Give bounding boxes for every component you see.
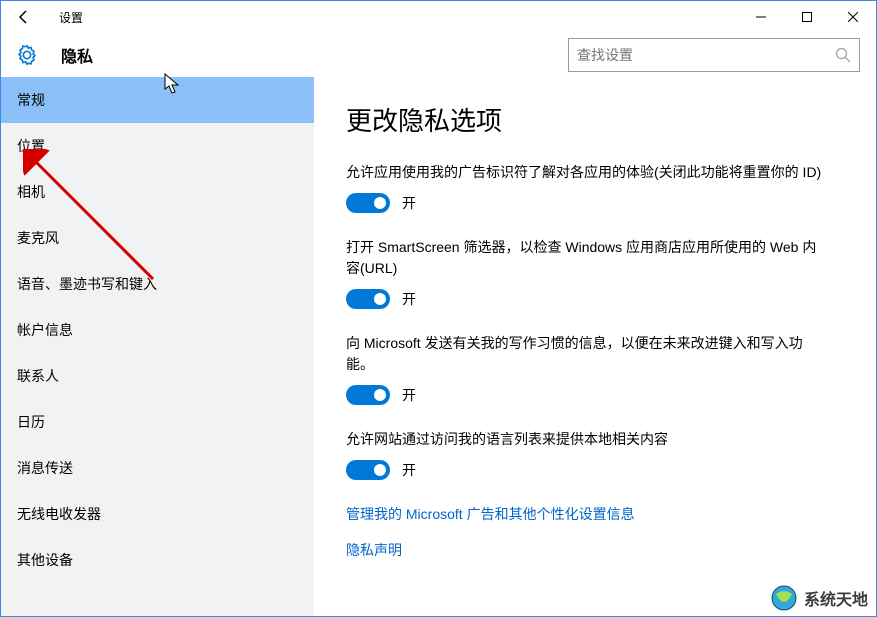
toggle-smartscreen[interactable]	[346, 289, 390, 309]
globe-icon	[770, 584, 798, 612]
toggle-language-list[interactable]	[346, 460, 390, 480]
sidebar-item-location[interactable]: 位置	[1, 123, 314, 169]
setting-smartscreen: 打开 SmartScreen 筛选器，以检查 Windows 应用商店应用所使用…	[346, 237, 844, 309]
search-input[interactable]	[577, 47, 835, 63]
sidebar-item-label: 常规	[17, 90, 45, 110]
setting-description: 向 Microsoft 发送有关我的写作习惯的信息，以便在未来改进键入和写入功能…	[346, 333, 826, 375]
sidebar-item-radios[interactable]: 无线电收发器	[1, 491, 314, 537]
toggle-typing-info[interactable]	[346, 385, 390, 405]
sidebar-item-microphone[interactable]: 麦克风	[1, 215, 314, 261]
sidebar-item-speech-inking[interactable]: 语音、墨迹书写和键入	[1, 261, 314, 307]
title-bar: 设置	[1, 1, 876, 33]
search-icon	[835, 47, 851, 63]
sidebar-item-label: 语音、墨迹书写和键入	[17, 274, 157, 294]
back-button[interactable]	[1, 1, 47, 33]
sidebar-item-label: 帐户信息	[17, 320, 73, 340]
sidebar: 常规 位置 相机 麦克风 语音、墨迹书写和键入 帐户信息 联系人 日历 消息传送…	[1, 77, 314, 616]
toggle-advertising-id[interactable]	[346, 193, 390, 213]
maximize-button[interactable]	[784, 1, 830, 33]
sidebar-item-label: 位置	[17, 136, 45, 156]
setting-description: 打开 SmartScreen 筛选器，以检查 Windows 应用商店应用所使用…	[346, 237, 826, 279]
sidebar-item-label: 日历	[17, 412, 45, 432]
toggle-state-label: 开	[402, 460, 416, 480]
sidebar-item-general[interactable]: 常规	[1, 77, 314, 123]
sidebar-item-label: 麦克风	[17, 228, 59, 248]
window-title: 设置	[47, 9, 83, 26]
setting-description: 允许网站通过访问我的语言列表来提供本地相关内容	[346, 429, 826, 450]
sidebar-item-other-devices[interactable]: 其他设备	[1, 537, 314, 583]
header: 隐私	[1, 33, 876, 77]
setting-typing-info: 向 Microsoft 发送有关我的写作习惯的信息，以便在未来改进键入和写入功能…	[346, 333, 844, 405]
sidebar-item-label: 联系人	[17, 366, 59, 386]
close-button[interactable]	[830, 1, 876, 33]
content-area: 更改隐私选项 允许应用使用我的广告标识符了解对各应用的体验(关闭此功能将重置你的…	[314, 77, 876, 616]
setting-description: 允许应用使用我的广告标识符了解对各应用的体验(关闭此功能将重置你的 ID)	[346, 162, 826, 183]
sidebar-item-label: 消息传送	[17, 458, 73, 478]
toggle-state-label: 开	[402, 385, 416, 405]
content-heading: 更改隐私选项	[346, 101, 844, 138]
sidebar-item-account-info[interactable]: 帐户信息	[1, 307, 314, 353]
search-box[interactable]	[568, 38, 860, 72]
sidebar-item-label: 相机	[17, 182, 45, 202]
page-title: 隐私	[61, 43, 93, 67]
toggle-state-label: 开	[402, 289, 416, 309]
sidebar-item-camera[interactable]: 相机	[1, 169, 314, 215]
sidebar-item-messaging[interactable]: 消息传送	[1, 445, 314, 491]
sidebar-item-label: 其他设备	[17, 550, 73, 570]
link-privacy-statement[interactable]: 隐私声明	[346, 540, 844, 560]
watermark: 系统天地	[770, 584, 868, 612]
sidebar-item-label: 无线电收发器	[17, 504, 101, 524]
watermark-text: 系统天地	[804, 586, 868, 610]
setting-language-list: 允许网站通过访问我的语言列表来提供本地相关内容 开	[346, 429, 844, 480]
minimize-button[interactable]	[738, 1, 784, 33]
sidebar-item-contacts[interactable]: 联系人	[1, 353, 314, 399]
link-manage-ads[interactable]: 管理我的 Microsoft 广告和其他个性化设置信息	[346, 504, 844, 524]
setting-advertising-id: 允许应用使用我的广告标识符了解对各应用的体验(关闭此功能将重置你的 ID) 开	[346, 162, 844, 213]
toggle-state-label: 开	[402, 193, 416, 213]
sidebar-item-calendar[interactable]: 日历	[1, 399, 314, 445]
gear-icon	[13, 41, 41, 69]
